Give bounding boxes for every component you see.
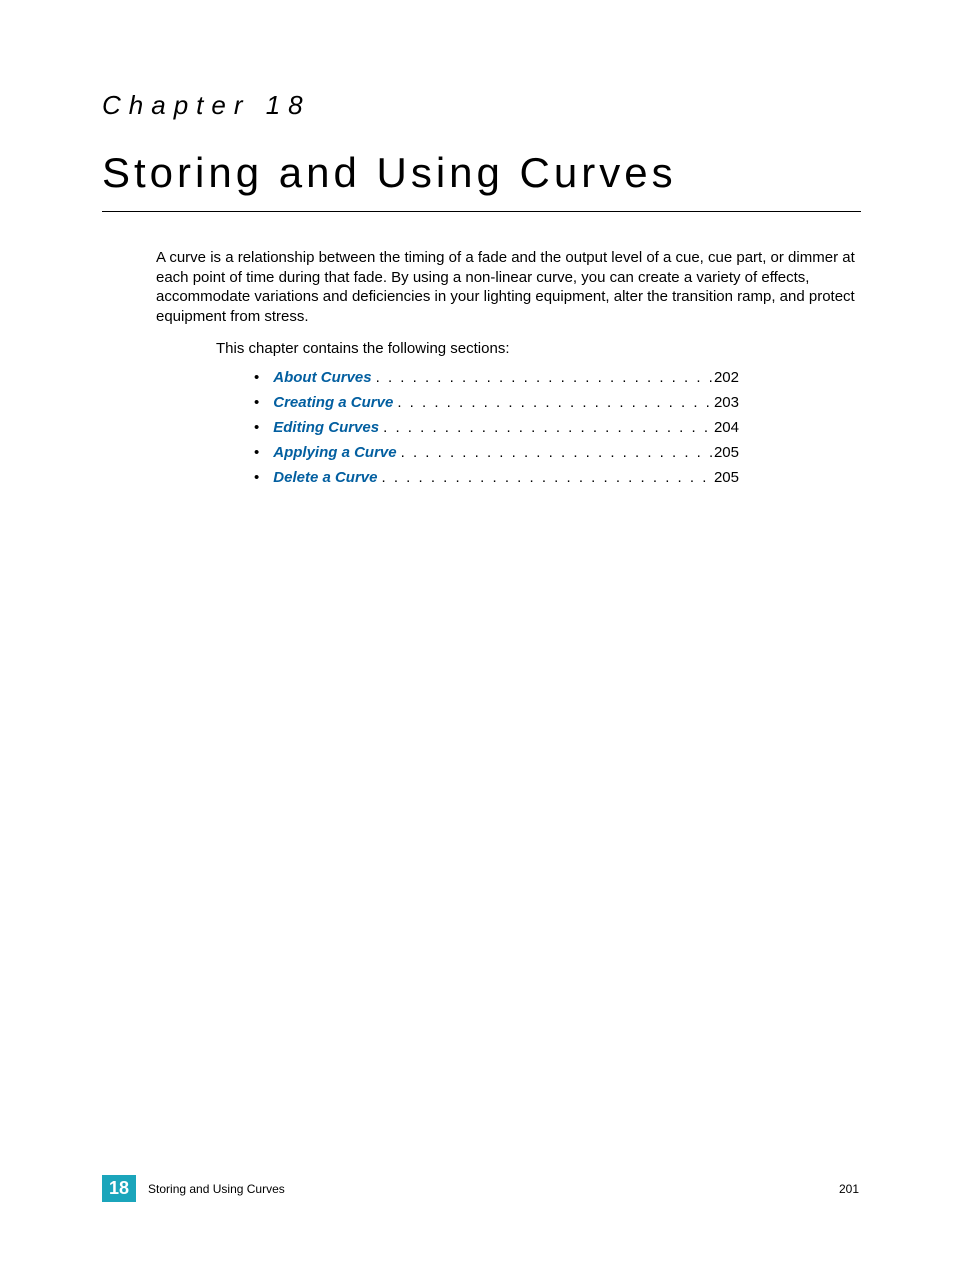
toc-item: • About Curves 202 bbox=[254, 369, 739, 386]
toc-page-number: 203 bbox=[714, 394, 739, 411]
footer-chapter-title: Storing and Using Curves bbox=[148, 1182, 839, 1196]
toc-item: • Editing Curves 204 bbox=[254, 419, 739, 436]
sections-intro: This chapter contains the following sect… bbox=[216, 340, 859, 357]
toc-page-number: 205 bbox=[714, 444, 739, 461]
toc-item: • Delete a Curve 205 bbox=[254, 469, 739, 486]
toc-link-creating-a-curve[interactable]: Creating a Curve bbox=[273, 394, 393, 411]
bullet-icon: • bbox=[254, 469, 259, 486]
toc-link-editing-curves[interactable]: Editing Curves bbox=[273, 419, 379, 436]
toc-dots bbox=[393, 394, 714, 411]
toc-dots bbox=[397, 444, 714, 461]
toc-list: • About Curves 202 • Creating a Curve 20… bbox=[254, 369, 859, 486]
toc-item: • Applying a Curve 205 bbox=[254, 444, 739, 461]
intro-paragraph: A curve is a relationship between the ti… bbox=[156, 248, 859, 326]
toc-dots bbox=[372, 369, 714, 386]
toc-item: • Creating a Curve 203 bbox=[254, 394, 739, 411]
toc-page-number: 202 bbox=[714, 369, 739, 386]
chapter-title: Storing and Using Curves bbox=[102, 149, 861, 212]
bullet-icon: • bbox=[254, 394, 259, 411]
bullet-icon: • bbox=[254, 444, 259, 461]
toc-page-number: 205 bbox=[714, 469, 739, 486]
footer-page-number: 201 bbox=[839, 1182, 859, 1196]
bullet-icon: • bbox=[254, 419, 259, 436]
toc-link-about-curves[interactable]: About Curves bbox=[273, 369, 371, 386]
toc-dots bbox=[377, 469, 713, 486]
toc-link-delete-a-curve[interactable]: Delete a Curve bbox=[273, 469, 377, 486]
page-footer: 18 Storing and Using Curves 201 bbox=[102, 1175, 859, 1202]
chapter-label: Chapter 18 bbox=[102, 90, 859, 121]
toc-dots bbox=[379, 419, 714, 436]
chapter-number-badge: 18 bbox=[102, 1175, 136, 1202]
bullet-icon: • bbox=[254, 369, 259, 386]
toc-link-applying-a-curve[interactable]: Applying a Curve bbox=[273, 444, 396, 461]
toc-page-number: 204 bbox=[714, 419, 739, 436]
page-content: Chapter 18 Storing and Using Curves A cu… bbox=[0, 0, 954, 486]
